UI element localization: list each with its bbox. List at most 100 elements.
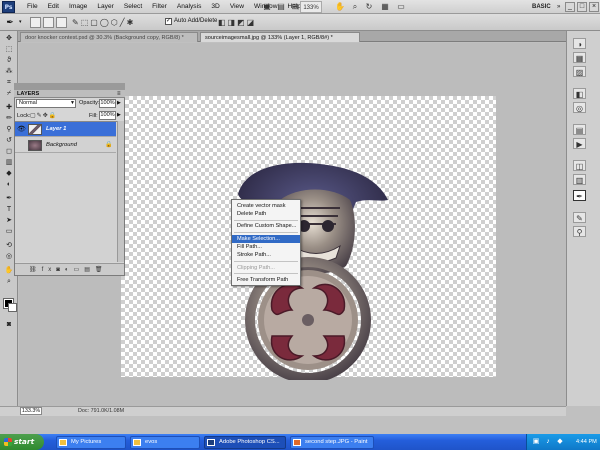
layer-name[interactable]: Background xyxy=(46,138,77,153)
document-info[interactable]: Doc: 791.0K/1.08M xyxy=(78,407,124,415)
bridge-icon[interactable]: ▣ xyxy=(262,2,272,12)
close-button[interactable]: × xyxy=(589,2,599,12)
opacity-label: Opacity: xyxy=(79,100,100,106)
minimize-button[interactable]: _ xyxy=(565,2,575,12)
marquee-tool-icon[interactable]: ⬚ xyxy=(3,45,15,54)
brushes-panel-icon[interactable]: ✎ xyxy=(573,212,586,223)
lock-label: Lock: xyxy=(17,113,31,119)
shape-tools-icon[interactable]: ✎⬚▢◯⬡╱✱ xyxy=(72,16,162,29)
menu-edit[interactable]: Edit xyxy=(43,0,64,14)
tool-preset-dropdown-icon[interactable]: ▾ xyxy=(19,16,24,29)
fill-slider-icon[interactable]: ▶ xyxy=(117,111,121,120)
history-panel-icon[interactable]: ▤ xyxy=(573,124,586,135)
menu-separator xyxy=(234,220,298,221)
folder-icon xyxy=(59,439,67,446)
menu-fill-path[interactable]: Fill Path... xyxy=(232,243,300,251)
menu-3d[interactable]: 3D xyxy=(206,0,224,14)
fill-label: Fill: xyxy=(89,113,98,119)
zoom-tool-icon[interactable]: ⌕ xyxy=(350,2,360,12)
menu-create-vector-mask[interactable]: Create vector mask xyxy=(232,202,300,210)
taskbar-item-photoshop[interactable]: Adobe Photoshop CS... xyxy=(204,436,286,449)
lock-options-icon[interactable]: ▢✎✥🔒 xyxy=(30,112,57,120)
adjustments-panel-icon[interactable]: ◧ xyxy=(573,88,586,99)
move-tool-icon[interactable]: ✥ xyxy=(3,34,15,43)
background-color-swatch[interactable] xyxy=(8,303,17,312)
taskbar-item-paint[interactable]: second step.JPG - Paint xyxy=(290,436,374,449)
fill-input[interactable]: 100% xyxy=(99,111,116,120)
blend-mode-dropdown-icon[interactable]: ▼ xyxy=(70,100,75,107)
lasso-tool-icon[interactable]: ϑ xyxy=(3,56,15,65)
menu-define-custom-shape[interactable]: Define Custom Shape... xyxy=(232,222,300,230)
maximize-button[interactable]: □ xyxy=(577,2,587,12)
tab-sourceimage[interactable]: sourceimagesmall.jpg @ 133% (Layer 1, RG… xyxy=(200,32,360,42)
tray-volume-icon[interactable]: ♪ xyxy=(544,438,552,446)
auto-add-delete-checkbox[interactable]: ✓ xyxy=(165,18,172,25)
workspace-dropdown-icon[interactable]: » xyxy=(557,2,563,12)
windows-logo-icon xyxy=(4,438,12,446)
menu-make-selection[interactable]: Make Selection... xyxy=(232,235,300,243)
rotate-view-icon[interactable]: ↻ xyxy=(364,2,374,12)
menu-separator xyxy=(234,273,298,274)
swatches-panel-icon[interactable]: ▦ xyxy=(573,52,586,63)
tray-security-icon[interactable]: ◆ xyxy=(556,438,564,446)
paths-panel-icon[interactable]: ✒ xyxy=(573,190,586,201)
menu-separator xyxy=(234,261,298,262)
view-extras-icon[interactable]: ⊞ xyxy=(290,2,300,12)
quick-selection-tool-icon[interactable]: ⁂ xyxy=(3,67,15,76)
actions-panel-icon[interactable]: ▶ xyxy=(573,138,586,149)
fill-pixels-icon[interactable] xyxy=(56,17,67,28)
paint-icon xyxy=(293,439,301,446)
menu-select[interactable]: Select xyxy=(119,0,147,14)
layer-thumbnail xyxy=(28,124,42,135)
styles-panel-icon[interactable]: ▨ xyxy=(573,66,586,77)
channels-panel-icon[interactable]: ▥ xyxy=(573,174,586,185)
tab-door-knocker[interactable]: door knocker contest.psd @ 30.3% (Backgr… xyxy=(20,32,198,42)
opacity-slider-icon[interactable]: ▶ xyxy=(117,99,121,108)
arrange-documents-icon[interactable]: ▦ xyxy=(380,2,390,12)
pen-tool-icon[interactable]: ✒ xyxy=(3,16,17,29)
blend-mode-select[interactable]: Normal xyxy=(16,99,76,108)
quick-mask-icon[interactable]: ◙ xyxy=(3,320,15,329)
menu-delete-path[interactable]: Delete Path xyxy=(232,210,300,218)
hand-icon[interactable]: ✋ xyxy=(335,2,345,12)
menu-separator xyxy=(234,232,298,233)
minibridge-icon[interactable]: ▤ xyxy=(276,2,286,12)
lock-icon: 🔒 xyxy=(105,142,113,148)
paths-icon[interactable] xyxy=(43,17,54,28)
layer-thumbnail xyxy=(28,140,42,151)
status-zoom-field[interactable]: 133.3% xyxy=(20,407,42,415)
masks-panel-icon[interactable]: ◎ xyxy=(573,102,586,113)
menu-layer[interactable]: Layer xyxy=(92,0,119,14)
tray-network-icon[interactable]: ▣ xyxy=(532,438,540,446)
menu-filter[interactable]: Filter xyxy=(147,0,172,14)
menu-image[interactable]: Image xyxy=(64,0,92,14)
clone-source-panel-icon[interactable]: ⚲ xyxy=(573,226,586,237)
zoom-tool-icon[interactable]: ⌕ xyxy=(3,277,15,286)
panel-menu-icon[interactable]: ≡ xyxy=(117,90,121,98)
opacity-input[interactable]: 100% xyxy=(99,99,116,108)
layers-panel-titlebar[interactable] xyxy=(14,83,125,90)
taskbar-clock: 4:44 PM xyxy=(576,439,597,445)
layers-panel-title[interactable]: LAYERS xyxy=(17,90,39,98)
photoshop-icon xyxy=(207,439,215,446)
path-operations-icon[interactable]: ◧◨◩◪ xyxy=(218,16,258,29)
auto-add-delete-label: Auto Add/Delete xyxy=(174,18,218,24)
zoom-level[interactable]: 133% xyxy=(300,1,322,13)
menu-clipping-path: Clipping Path... xyxy=(237,265,275,271)
layers-panel-footer-icons[interactable]: ⛓fx◙◐▭▤🗑 xyxy=(15,263,124,275)
color-panel-icon[interactable]: ◑ xyxy=(573,38,586,49)
layers-scrollbar[interactable] xyxy=(117,121,124,262)
menu-view[interactable]: View xyxy=(225,0,249,14)
menu-free-transform-path[interactable]: Free Transform Path xyxy=(232,276,300,284)
workspace-switcher[interactable]: BASIC xyxy=(532,2,560,12)
shape-layers-icon[interactable] xyxy=(30,17,41,28)
photoshop-logo: Ps xyxy=(2,1,15,13)
menu-stroke-path[interactable]: Stroke Path... xyxy=(232,251,300,259)
menu-analysis[interactable]: Analysis xyxy=(172,0,207,14)
screen-mode-icon[interactable]: ▭ xyxy=(396,2,406,12)
visibility-eye-icon[interactable]: 👁 xyxy=(17,122,26,137)
menu-file[interactable]: File xyxy=(22,0,43,14)
layer-name[interactable]: Layer 1 xyxy=(46,122,66,137)
folder-icon xyxy=(133,439,141,446)
layers-panel-icon[interactable]: ◫ xyxy=(573,160,586,171)
